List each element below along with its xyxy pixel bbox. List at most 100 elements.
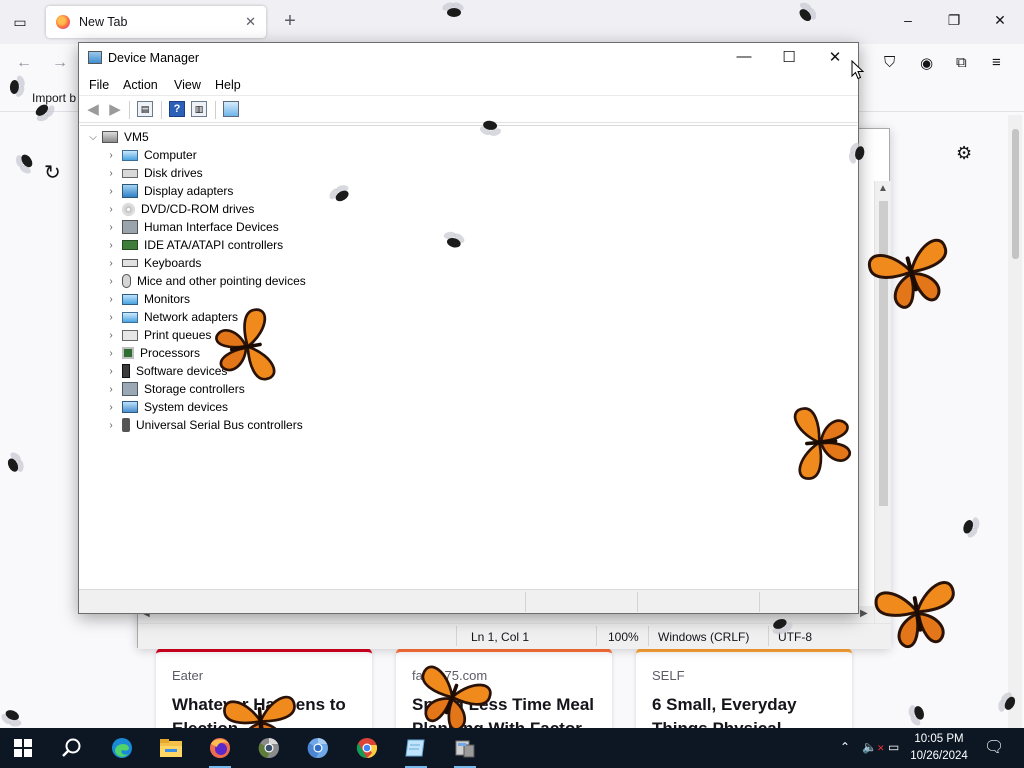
device-category-row[interactable]: › System devices — [104, 398, 228, 416]
windows-logo-icon — [14, 739, 32, 757]
edge-button[interactable] — [105, 734, 139, 762]
printer-icon — [122, 329, 138, 341]
chevron-right-icon[interactable]: › — [104, 276, 118, 287]
fly-sprite — [477, 114, 506, 138]
forward-arrow-icon[interactable]: ▶ — [107, 101, 123, 118]
restore-button[interactable]: ❐ — [944, 12, 964, 29]
device-category-row[interactable]: › Processors — [104, 344, 200, 362]
chevron-right-icon[interactable]: › — [104, 420, 118, 431]
chevron-down-icon[interactable]: ⌵ — [86, 132, 100, 143]
help-icon[interactable]: ? — [169, 101, 185, 117]
device-category-row[interactable]: › Disk drives — [104, 164, 203, 182]
chevron-right-icon[interactable]: › — [104, 348, 118, 359]
processor-icon — [122, 347, 134, 359]
chevron-right-icon[interactable]: › — [104, 168, 118, 179]
device-category-row[interactable]: › Display adapters — [104, 182, 233, 200]
start-button[interactable] — [6, 734, 40, 762]
menu-view[interactable]: View — [174, 78, 201, 92]
chevron-right-icon[interactable]: › — [104, 402, 118, 413]
properties-icon[interactable]: ▥ — [191, 101, 207, 117]
clock[interactable]: 10:05 PM 10/26/2024 — [906, 731, 972, 765]
device-tree: ⌵ VM5 › Computer › Disk drives › Display adap… — [80, 125, 857, 587]
notifications-icon[interactable]: 🗨 — [984, 737, 1004, 757]
device-category-row[interactable]: › Human Interface Devices — [104, 218, 279, 236]
chrome-button[interactable] — [350, 734, 384, 762]
device-category-row[interactable]: › Mice and other pointing devices — [104, 272, 306, 290]
minimize-button[interactable]: — — [732, 48, 756, 65]
forward-icon[interactable]: → — [52, 54, 68, 72]
chevron-right-icon[interactable]: › — [104, 186, 118, 197]
chevron-right-icon[interactable]: › — [104, 294, 118, 305]
firefox-button[interactable] — [203, 734, 237, 768]
window-title: Device Manager — [108, 51, 200, 65]
file-explorer-button[interactable] — [154, 734, 188, 762]
story-source: SELF — [652, 668, 685, 683]
device-category-row[interactable]: › IDE ATA/ATAPI controllers — [104, 236, 283, 254]
menu-action[interactable]: Action — [123, 78, 158, 92]
chevron-right-icon[interactable]: › — [104, 366, 118, 377]
show-hidden-icons-icon[interactable]: ⌃ — [840, 740, 850, 754]
close-tab-icon[interactable]: ✕ — [245, 14, 256, 30]
title-bar[interactable]: Device Manager — ☐ ✕ — [79, 43, 858, 73]
chevron-right-icon[interactable]: › — [104, 258, 118, 269]
volume-muted-icon[interactable]: 🔈✕ — [862, 740, 885, 754]
pocket-icon[interactable]: ⛉ — [884, 54, 895, 71]
page-scrollbar[interactable] — [1008, 115, 1022, 728]
device-category-row[interactable]: › DVD/CD-ROM drives — [104, 200, 254, 218]
scroll-up-icon[interactable]: ▲ — [878, 183, 888, 194]
device-category-row[interactable]: › Monitors — [104, 290, 190, 308]
scan-hardware-icon[interactable] — [223, 101, 239, 117]
tab-new-tab[interactable]: New Tab ✕ — [46, 6, 266, 38]
chevron-right-icon[interactable]: › — [104, 150, 118, 161]
notepad-button[interactable] — [399, 734, 433, 768]
device-category-row[interactable]: › Universal Serial Bus controllers — [104, 416, 303, 434]
chromium-button[interactable] — [301, 734, 335, 762]
new-tab-button[interactable]: + — [280, 10, 300, 34]
chevron-right-icon[interactable]: › — [104, 384, 118, 395]
system-device-icon — [122, 401, 138, 413]
extensions-icon[interactable]: ⧉ — [956, 54, 967, 71]
device-category-label: Mice and other pointing devices — [137, 274, 306, 288]
device-category-label: Keyboards — [144, 256, 202, 270]
chevron-right-icon[interactable]: › — [104, 330, 118, 341]
tree-root-label: VM5 — [124, 130, 149, 144]
search-icon — [62, 738, 81, 757]
menu-file[interactable]: File — [89, 78, 109, 92]
menu-icon[interactable]: ≡ — [992, 54, 1001, 71]
device-category-row[interactable]: › Software devices — [104, 362, 227, 380]
chevron-right-icon[interactable]: › — [104, 222, 118, 233]
scrollbar-thumb[interactable] — [1012, 129, 1019, 259]
settings-gear-icon[interactable]: ⚙ — [956, 143, 972, 164]
device-category-row[interactable]: › Keyboards — [104, 254, 201, 272]
back-icon[interactable]: ← — [16, 54, 32, 72]
story-card[interactable]: SELF 6 Small, Everyday Things Physical — [636, 648, 852, 728]
close-button[interactable]: ✕ — [990, 12, 1010, 29]
chrome-canary-button[interactable] — [252, 734, 286, 762]
back-arrow-icon[interactable]: ◀ — [85, 101, 101, 118]
network-icon[interactable]: ▭ — [888, 740, 899, 754]
device-category-row[interactable]: › Print queues — [104, 326, 211, 344]
close-button[interactable]: ✕ — [823, 48, 847, 66]
account-icon[interactable]: ◉ — [920, 54, 933, 72]
device-category-label: Display adapters — [144, 184, 234, 198]
tab-title: New Tab — [79, 15, 128, 29]
scroll-right-icon[interactable]: ▶ — [860, 608, 868, 619]
search-button[interactable] — [55, 734, 89, 762]
show-hide-console-tree-icon[interactable]: ▤ — [137, 101, 153, 117]
device-category-row[interactable]: › Computer — [104, 146, 196, 164]
line-endings: Windows (CRLF) — [658, 630, 750, 644]
tree-root[interactable]: ⌵ VM5 — [86, 128, 149, 146]
menu-help[interactable]: Help — [215, 78, 241, 92]
firefox-icon — [56, 15, 70, 29]
device-category-label: Disk drives — [144, 166, 203, 180]
chevron-right-icon[interactable]: › — [104, 204, 118, 215]
maximize-button[interactable]: ☐ — [777, 48, 801, 66]
minimize-button[interactable]: – — [898, 12, 918, 28]
hid-icon — [122, 220, 138, 234]
disk-drive-icon — [122, 168, 138, 178]
chevron-right-icon[interactable]: › — [104, 312, 118, 323]
device-manager-button[interactable] — [448, 734, 482, 768]
keyboard-icon — [122, 259, 138, 267]
chevron-right-icon[interactable]: › — [104, 240, 118, 251]
list-all-tabs-icon[interactable]: ▭ — [8, 10, 32, 34]
